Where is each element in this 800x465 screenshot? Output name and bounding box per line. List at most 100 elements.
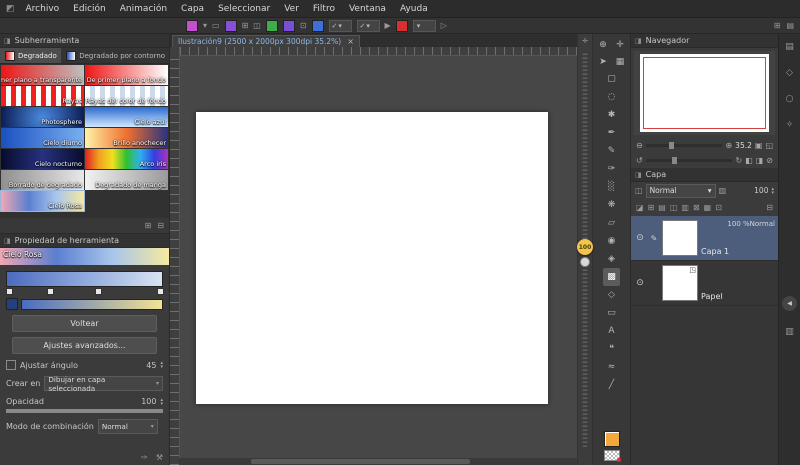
gradient-preset[interactable]: De primer plano a transparente bbox=[1, 65, 84, 85]
circle-panel-icon[interactable]: ○ bbox=[786, 94, 794, 104]
layer-opacity-spinner[interactable]: ▴ ▾ bbox=[771, 186, 774, 195]
visibility-eye-icon[interactable]: ⊙ bbox=[634, 278, 646, 288]
visibility-eye-icon[interactable]: ⊙ bbox=[634, 233, 646, 243]
tool-select-layer[interactable]: ▦ bbox=[612, 53, 629, 70]
eyedropper-icon[interactable]: ✑ bbox=[141, 453, 148, 462]
ajustes-avanzados-button[interactable]: Ajustes avanzados... bbox=[12, 337, 157, 354]
lock-layer-icon[interactable]: ▦ bbox=[704, 203, 712, 212]
gradient-stop[interactable] bbox=[46, 288, 54, 295]
layer-opacity-value[interactable]: 100 bbox=[754, 186, 768, 195]
swatch-purple[interactable] bbox=[282, 19, 295, 32]
swatch-red[interactable] bbox=[395, 19, 408, 32]
opacity-value[interactable]: 100 bbox=[141, 397, 156, 406]
snap-dropdown[interactable]: ✓ ▾ bbox=[328, 19, 352, 32]
gradient-preset[interactable]: Photosphere bbox=[1, 107, 84, 127]
gradient-preset[interactable]: Brillo anochecer bbox=[85, 128, 168, 148]
step-icon[interactable]: ▷ bbox=[441, 21, 447, 31]
snap-dropdown-2[interactable]: ✓ ▾ bbox=[356, 19, 380, 32]
rotate-left-icon[interactable]: ↺ bbox=[636, 156, 643, 165]
new-folder-icon[interactable]: ⊞ bbox=[648, 203, 655, 212]
tool-pen[interactable]: ✒ bbox=[603, 124, 620, 142]
gradient-result-bar[interactable] bbox=[21, 298, 163, 310]
tool-eraser[interactable]: ▱ bbox=[603, 214, 620, 232]
menu-capa[interactable]: Capa bbox=[174, 4, 211, 14]
gradient-editor-bar[interactable] bbox=[6, 271, 163, 287]
add-subtool-icon[interactable]: ⊞ bbox=[145, 221, 152, 230]
delete-layer-icon[interactable]: ⊟ bbox=[766, 203, 773, 212]
menu-archivo[interactable]: Archivo bbox=[19, 4, 67, 14]
gradient-preset[interactable]: Rayas del color de fondo bbox=[85, 86, 168, 106]
scrollbar-thumb[interactable] bbox=[250, 459, 470, 464]
navigator-preview[interactable] bbox=[640, 54, 769, 132]
reset-view-icon[interactable]: ⊘ bbox=[766, 156, 773, 165]
transparent-color-swatch[interactable] bbox=[603, 450, 621, 462]
tool-zoom[interactable]: ⊕ bbox=[595, 36, 612, 53]
tool-gradient[interactable]: ▩ bbox=[603, 268, 620, 286]
opacity-spinner[interactable]: ▴ ▾ bbox=[160, 397, 163, 406]
sparkle-panel-icon[interactable]: ✧ bbox=[786, 120, 794, 130]
gradient-preview-bar[interactable]: Cielo Rosa bbox=[0, 248, 169, 265]
reference-layer-icon[interactable]: ⊡ bbox=[715, 203, 722, 212]
gradient-preset[interactable]: De primer plano a fondo bbox=[85, 65, 168, 85]
ajustar-angulo-checkbox[interactable] bbox=[6, 360, 16, 370]
blend-combo-icon[interactable]: ◫ bbox=[635, 186, 643, 195]
menu-edicion[interactable]: Edición bbox=[66, 4, 113, 14]
combine-layer-icon[interactable]: ◫ bbox=[670, 203, 678, 212]
tool-auto-select[interactable]: ✱ bbox=[603, 106, 620, 124]
rotation-slider[interactable] bbox=[645, 157, 733, 164]
tab-degradado-contorno[interactable]: Degradado por contorno bbox=[61, 48, 169, 63]
clip-layer-icon[interactable]: ⊠ bbox=[693, 203, 700, 212]
new-layer-icon[interactable]: ◪ bbox=[636, 203, 644, 212]
palette-dock-icon[interactable]: ▤ bbox=[786, 21, 794, 31]
play-icon[interactable]: ▶ bbox=[385, 21, 391, 31]
slider-subknob[interactable] bbox=[580, 257, 590, 267]
actual-size-icon[interactable]: ◱ bbox=[765, 141, 773, 150]
tool-pencil[interactable]: ✎ bbox=[603, 142, 620, 160]
gradient-preset[interactable]: Cielo diurno bbox=[1, 128, 84, 148]
angle-spinner[interactable]: ▴ ▾ bbox=[160, 361, 163, 370]
layer-row-papel[interactable]: ⊙ ◳ Papel bbox=[631, 261, 778, 306]
layer-name[interactable]: Capa 1 bbox=[701, 247, 775, 256]
gradient-stop[interactable] bbox=[95, 288, 103, 295]
menu-ayuda[interactable]: Ayuda bbox=[393, 4, 435, 14]
zoom-slider-thumb[interactable] bbox=[668, 142, 674, 149]
modo-combinacion-select[interactable]: Normal ▾ bbox=[97, 419, 158, 434]
rotate-right-icon[interactable]: ↻ bbox=[735, 156, 742, 165]
gradient-color-swatch[interactable] bbox=[186, 19, 198, 32]
tool-airbrush[interactable]: ░ bbox=[603, 178, 620, 196]
blend-mode-select[interactable]: Normal ▾ bbox=[645, 183, 716, 198]
swatch-blue[interactable] bbox=[311, 19, 324, 32]
tool-balloon[interactable]: ❝ bbox=[603, 340, 620, 358]
subtool-panel-header[interactable]: ◨ Subherramienta bbox=[0, 34, 169, 48]
gradient-color-chip[interactable] bbox=[6, 298, 18, 310]
panels-icon[interactable]: ◫ bbox=[253, 21, 261, 31]
swatch-green[interactable] bbox=[265, 19, 278, 32]
dropdown-arrow-icon[interactable]: ▾ bbox=[203, 21, 207, 31]
grid-icon[interactable]: ⊞ bbox=[242, 21, 249, 31]
zoom-out-icon[interactable]: ⊖ bbox=[636, 141, 643, 150]
tool-move[interactable]: ✛ bbox=[612, 36, 629, 53]
menu-ventana[interactable]: Ventana bbox=[342, 4, 393, 14]
tool-decoration[interactable]: ❋ bbox=[603, 196, 620, 214]
menu-filtro[interactable]: Filtro bbox=[306, 4, 342, 14]
tool-marquee[interactable]: ▢ bbox=[603, 70, 620, 88]
gradient-preset[interactable]: Cielo azul bbox=[85, 107, 168, 127]
tool-figure[interactable]: ◇ bbox=[603, 286, 620, 304]
frame-icon[interactable]: ⊡ bbox=[300, 21, 307, 31]
tool-property-header[interactable]: ◨ Propiedad de herramienta bbox=[0, 234, 169, 248]
navigator-header[interactable]: ◨ Navegador bbox=[631, 34, 778, 48]
canvas[interactable] bbox=[196, 112, 548, 404]
layer-panel-header[interactable]: ◨ Capa bbox=[631, 168, 778, 182]
voltear-button[interactable]: Voltear bbox=[12, 315, 157, 332]
gradient-preset[interactable]: Arco iris bbox=[85, 149, 168, 169]
gradient-preset[interactable]: Degradado de manga bbox=[85, 170, 168, 190]
opacity-slider[interactable] bbox=[6, 409, 163, 413]
zoom-slider[interactable] bbox=[645, 142, 723, 149]
gradient-preset[interactable]: Cielo nocturno bbox=[1, 149, 84, 169]
gradient-stop[interactable] bbox=[157, 288, 164, 295]
gradient-preset[interactable]: Rayas bbox=[1, 86, 84, 106]
foreground-color-swatch[interactable] bbox=[603, 431, 620, 447]
tool-swatch-violet[interactable] bbox=[224, 19, 237, 32]
workspace-icon[interactable]: ⊞ bbox=[774, 21, 781, 31]
tool-operation[interactable]: ➤ bbox=[595, 53, 612, 70]
